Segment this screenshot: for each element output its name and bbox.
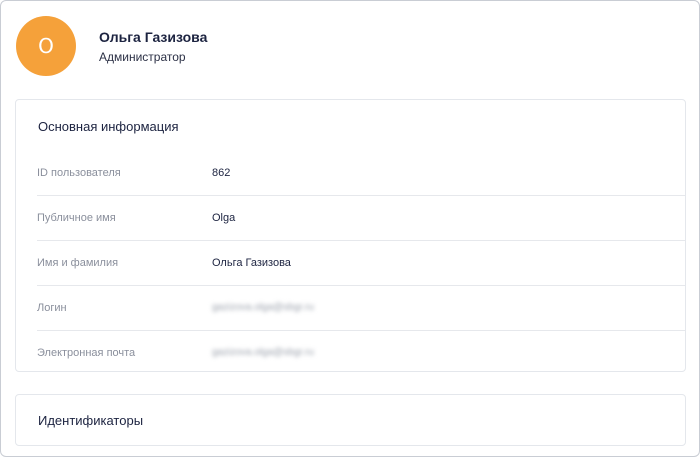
identifiers-card[interactable]: Идентификаторы	[15, 394, 686, 446]
profile-text: Ольга Газизова Администратор	[99, 28, 207, 65]
profile-role: Администратор	[99, 49, 186, 64]
info-label: Электронная почта	[37, 347, 136, 359]
info-label: Имя и фамилия	[37, 257, 119, 269]
identifiers-title: Идентификаторы	[38, 413, 144, 428]
info-label: Публичное имя	[37, 212, 116, 224]
main-info-title: Основная информация	[38, 119, 179, 134]
info-value-blurred: gazizova.olga@sbgr.ru	[212, 302, 314, 313]
profile-window: О Ольга Газизова Администратор Основная …	[0, 0, 700, 457]
info-value: 862	[212, 167, 231, 179]
avatar: О	[16, 16, 76, 76]
info-row-full-name: Имя и фамилия Ольга Газизова	[37, 241, 685, 286]
info-row-email: Электронная почта gazizova.olga@sbgr.ru	[37, 331, 685, 375]
avatar-letter: О	[38, 34, 54, 58]
info-row-public-name: Публичное имя Olga	[37, 196, 685, 241]
profile-header: О Ольга Газизова Администратор	[16, 16, 207, 76]
info-row-login: Логин gazizova.olga@sbgr.ru	[37, 286, 685, 331]
info-list: ID пользователя 862 Публичное имя Olga И…	[37, 151, 685, 375]
profile-name: Ольга Газизова	[99, 28, 208, 45]
info-label: ID пользователя	[37, 167, 121, 179]
info-value-blurred: gazizova.olga@sbgr.ru	[212, 347, 314, 358]
info-label: Логин	[37, 302, 67, 314]
main-info-card: Основная информация ID пользователя 862 …	[15, 99, 686, 372]
info-value: Olga	[212, 212, 236, 224]
info-value: Ольга Газизова	[212, 257, 291, 269]
info-row-user-id: ID пользователя 862	[37, 151, 685, 196]
